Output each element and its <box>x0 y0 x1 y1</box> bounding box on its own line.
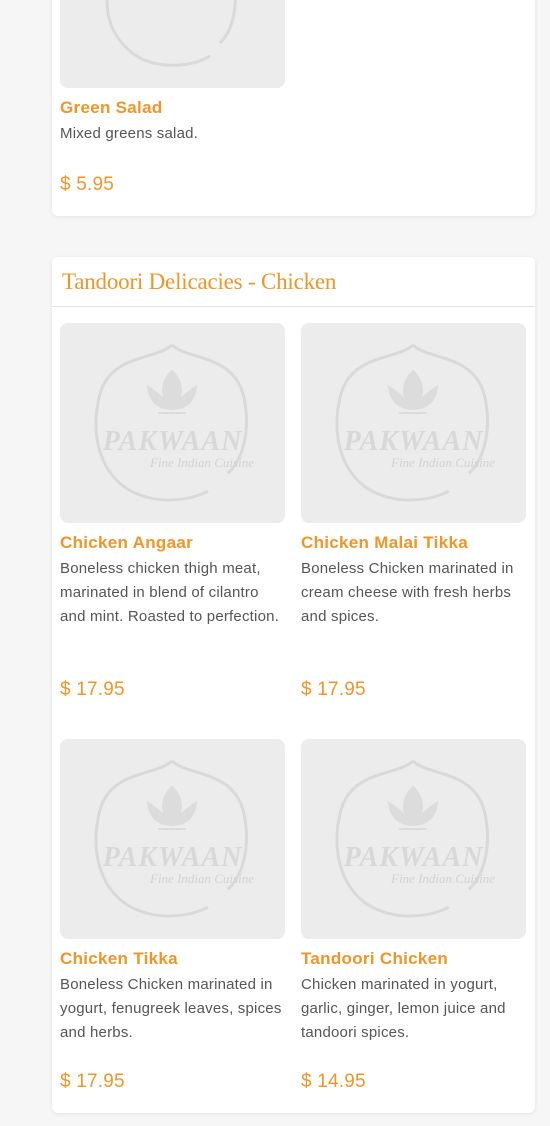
item-price: $ 14.95 <box>301 1071 366 1092</box>
logo-tagline: Fine Indian Cuisine <box>150 455 254 470</box>
item-description: Boneless chicken thigh meat, marinated i… <box>60 560 280 625</box>
chicken-section-card: Tandoori Delicacies - Chicken PAKWAAN Fi… <box>52 257 535 1113</box>
logo-tagline: Fine Indian Cuisine <box>391 455 495 470</box>
pakwaan-logo-icon <box>335 759 489 918</box>
item-name: Chicken Tikka <box>60 949 178 968</box>
item-description: Mixed greens salad. <box>60 125 199 142</box>
item-price: $ 17.95 <box>60 679 125 700</box>
pakwaan-logo-icon <box>335 343 489 502</box>
item-name: Tandoori Chicken <box>301 949 449 968</box>
item-name: Chicken Angaar <box>60 533 193 552</box>
item-price: $ 17.95 <box>301 679 366 700</box>
item-image-placeholder: PAKWAAN Fine Indian Cuisine <box>60 323 285 523</box>
item-description: Boneless Chicken marinated in cream chee… <box>301 560 514 625</box>
item-image-placeholder: PAKWAAN Fine Indian Cuisine <box>60 739 285 939</box>
pakwaan-logo-icon <box>94 759 248 918</box>
logo-wordmark: PAKWAAN <box>343 842 484 873</box>
logo-tagline: Fine Indian Cuisine <box>150 871 254 886</box>
item-price: $ 5.95 <box>60 174 115 195</box>
item-description: Chicken marinated in yogurt, garlic, gin… <box>301 976 506 1041</box>
logo-wordmark: PAKWAAN <box>343 426 484 457</box>
item-name: Chicken Malai Tikka <box>301 533 468 552</box>
logo-wordmark: PAKWAAN <box>102 426 243 457</box>
item-price: $ 17.95 <box>60 1071 125 1092</box>
item-description: Boneless Chicken marinated in yogurt, fe… <box>60 976 282 1041</box>
logo-tagline: Fine Indian Cuisine <box>391 871 495 886</box>
menu-item-green-salad[interactable]: PAKWAAN Fine Indian Cuisine Green Salad … <box>60 0 285 146</box>
section-header: Tandoori Delicacies - Chicken <box>52 257 535 307</box>
section-title: Tandoori Delicacies - Chicken <box>62 268 337 294</box>
previous-section-card: PAKWAAN Fine Indian Cuisine Green Salad … <box>52 0 535 216</box>
menu-item-chicken-angaar[interactable]: PAKWAAN Fine Indian Cuisine Chicken Anga… <box>60 323 285 629</box>
item-image-placeholder: PAKWAAN Fine Indian Cuisine <box>301 323 526 523</box>
pakwaan-logo-icon <box>105 0 237 67</box>
item-image-placeholder: PAKWAAN Fine Indian Cuisine <box>60 0 285 88</box>
item-name: Green Salad <box>60 98 163 117</box>
menu-item-tandoori-chicken[interactable]: PAKWAAN Fine Indian Cuisine Tandoori Chi… <box>301 739 526 1045</box>
menu-item-chicken-malai-tikka[interactable]: PAKWAAN Fine Indian Cuisine Chicken Mala… <box>301 323 526 629</box>
menu-item-chicken-tikka[interactable]: PAKWAAN Fine Indian Cuisine Chicken Tikk… <box>60 739 285 1045</box>
item-image-placeholder: PAKWAAN Fine Indian Cuisine <box>301 739 526 939</box>
pakwaan-logo-icon <box>94 343 248 502</box>
logo-wordmark: PAKWAAN <box>102 842 243 873</box>
